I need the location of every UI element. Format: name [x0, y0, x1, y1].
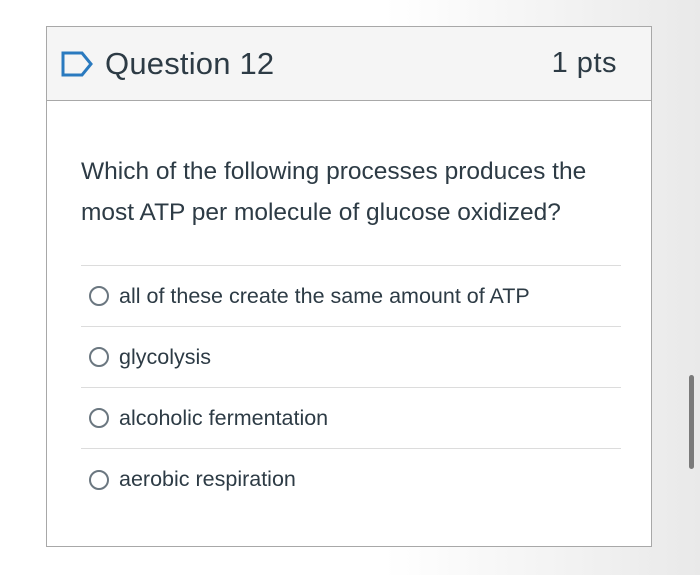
- question-points: 1 pts: [551, 47, 617, 79]
- radio-unchecked-icon[interactable]: [89, 347, 109, 367]
- answer-label: alcoholic fermentation: [119, 405, 329, 430]
- answer-list: all of these create the same amount of A…: [81, 265, 621, 510]
- answer-option[interactable]: alcoholic fermentation: [81, 388, 621, 449]
- question-title: Question 12: [105, 45, 275, 81]
- question-body: Which of the following processes produce…: [47, 101, 651, 510]
- answer-option[interactable]: all of these create the same amount of A…: [81, 266, 621, 327]
- scrollbar-thumb[interactable]: [689, 375, 694, 469]
- question-header: Question 12 1 pts: [47, 27, 651, 101]
- answer-label: all of these create the same amount of A…: [119, 283, 530, 308]
- flag-question-icon[interactable]: [61, 51, 93, 77]
- question-text: Which of the following processes produce…: [81, 158, 587, 226]
- answer-label: glycolysis: [119, 344, 211, 369]
- radio-unchecked-icon[interactable]: [89, 286, 109, 306]
- question-card: Question 12 1 pts Which of the following…: [46, 26, 652, 547]
- answer-option[interactable]: glycolysis: [81, 327, 621, 388]
- answer-label: aerobic respiration: [119, 467, 296, 491]
- answer-option[interactable]: aerobic respiration: [81, 449, 621, 510]
- radio-unchecked-icon[interactable]: [89, 469, 109, 490]
- radio-unchecked-icon[interactable]: [89, 408, 109, 428]
